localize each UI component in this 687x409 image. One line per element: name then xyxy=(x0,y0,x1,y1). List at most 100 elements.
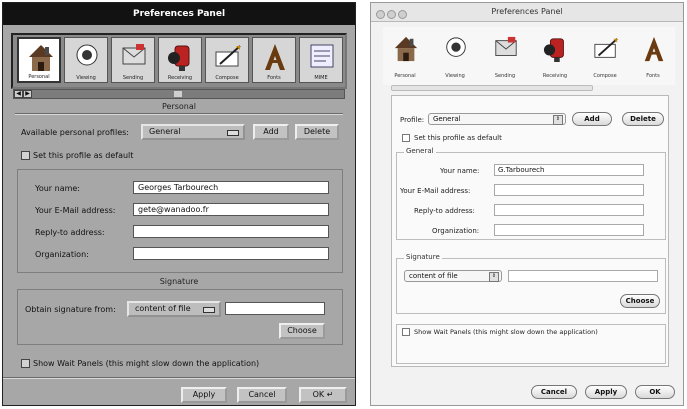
email-field[interactable]: gete@wanadoo.fr xyxy=(133,203,329,216)
eye-icon xyxy=(76,44,98,66)
choose-signature-button[interactable]: Choose xyxy=(620,294,660,308)
name-label: Your name: xyxy=(440,167,480,175)
name-field[interactable]: Georges Tarbourech xyxy=(133,181,329,194)
signature-path-field[interactable] xyxy=(225,302,325,315)
section-personal-heading: Personal xyxy=(161,102,196,111)
default-profile-label: Set this profile as default xyxy=(414,134,502,142)
minimize-window-button[interactable] xyxy=(387,10,396,19)
tab-compose[interactable]: Compose xyxy=(583,31,627,83)
organization-field[interactable] xyxy=(494,224,644,236)
tab-fonts[interactable]: Fonts xyxy=(252,37,296,83)
delete-profile-button[interactable]: Delete xyxy=(622,112,664,126)
house-icon xyxy=(394,36,418,62)
scroll-thumb[interactable] xyxy=(174,91,182,97)
name-field[interactable]: G.Tarbourech xyxy=(494,164,644,176)
tab-receiving[interactable]: Receiving xyxy=(533,31,577,83)
profile-select[interactable]: General ⇕ xyxy=(428,113,566,125)
stepper-arrows-icon: ⇕ xyxy=(553,115,563,125)
personal-panel: Profile: General ⇕ Add Delete Set this p… xyxy=(391,95,669,367)
tab-sending[interactable]: Sending xyxy=(111,37,155,83)
divider xyxy=(15,113,343,115)
tab-viewing[interactable]: Viewing xyxy=(433,31,477,83)
tab-personal[interactable]: Personal xyxy=(17,37,61,83)
email-field[interactable] xyxy=(494,184,644,196)
font-a-icon xyxy=(644,36,664,62)
reply-to-label: Reply-to address: xyxy=(414,207,475,215)
divider xyxy=(3,377,355,379)
default-profile-checkbox[interactable] xyxy=(402,134,410,142)
scroll-left-arrow-icon[interactable]: ◀ xyxy=(14,90,23,98)
house-icon xyxy=(29,45,53,71)
left-preferences-window: Preferences Panel Personal Viewing Sendi… xyxy=(2,2,356,406)
zoom-window-button[interactable] xyxy=(398,10,407,19)
signature-path-field[interactable] xyxy=(508,270,658,282)
ok-button[interactable]: OK xyxy=(635,385,675,399)
profiles-label: Available personal profiles: xyxy=(21,128,129,137)
tab-mime[interactable]: MIME xyxy=(299,37,343,83)
compose-icon xyxy=(594,38,618,58)
tab-personal[interactable]: Personal xyxy=(383,31,427,83)
outbox-icon xyxy=(495,36,517,56)
organization-field[interactable] xyxy=(133,247,329,260)
cancel-button[interactable]: Cancel xyxy=(237,387,287,403)
choose-signature-button[interactable]: Choose xyxy=(279,323,325,339)
tab-receiving[interactable]: Receiving xyxy=(158,37,202,83)
signature-group-heading: Signature xyxy=(404,253,442,261)
scroll-right-arrow-icon[interactable]: ▶ xyxy=(23,90,32,98)
tab-viewing[interactable]: Viewing xyxy=(64,37,108,83)
right-preferences-window: Preferences Panel Personal Viewing Sendi… xyxy=(370,2,684,406)
cancel-button[interactable]: Cancel xyxy=(531,385,577,399)
organization-label: Organization: xyxy=(432,227,480,235)
window-controls xyxy=(376,8,409,26)
return-key-icon: ↵ xyxy=(326,390,334,399)
mailbox-icon xyxy=(168,45,190,71)
font-a-icon xyxy=(265,44,285,70)
default-profile-checkbox[interactable] xyxy=(21,151,30,160)
default-profile-label: Set this profile as default xyxy=(33,151,134,160)
signature-source-select[interactable]: content of file xyxy=(127,301,221,317)
name-label: Your name: xyxy=(35,184,81,193)
wait-panels-checkbox[interactable] xyxy=(402,328,410,336)
apply-button[interactable]: Apply xyxy=(585,385,627,399)
icon-bar-scrollbar[interactable] xyxy=(391,85,593,91)
ok-label: OK xyxy=(312,390,325,399)
dropdown-icon xyxy=(203,307,215,313)
tab-fonts[interactable]: Fonts xyxy=(631,31,675,83)
add-profile-button[interactable]: Add xyxy=(572,112,612,126)
email-label: Your E-Mail address: xyxy=(35,206,116,215)
section-signature-heading: Signature xyxy=(159,277,199,286)
profile-select[interactable]: General xyxy=(141,124,245,140)
signature-source-value: content of file xyxy=(135,304,191,313)
close-window-button[interactable] xyxy=(376,10,385,19)
window-title: Preferences Panel xyxy=(491,7,563,16)
reply-to-field[interactable] xyxy=(133,225,329,238)
signature-source-select[interactable]: content of file ⇕ xyxy=(404,270,502,282)
organization-label: Organization: xyxy=(35,250,89,259)
profile-select-value: General xyxy=(149,127,181,136)
preferences-icon-bar: Personal Viewing Sending Receiving Compo… xyxy=(383,27,675,85)
icon-bar-scrollbar[interactable]: ◀ ▶ xyxy=(13,89,345,99)
apply-button[interactable]: Apply xyxy=(181,387,227,403)
tab-sending[interactable]: Sending xyxy=(483,31,527,83)
compose-icon xyxy=(215,45,241,67)
tab-compose[interactable]: Compose xyxy=(205,37,249,83)
wait-panels-label: Show Wait Panels (this might slow down t… xyxy=(414,328,598,336)
eye-icon xyxy=(446,37,466,57)
wait-panels-label: Show Wait Panels (this might slow down t… xyxy=(33,359,260,368)
preferences-icon-bar: Personal Viewing Sending Receiving Compo… xyxy=(11,33,347,89)
reply-to-field[interactable] xyxy=(494,204,644,216)
profile-label: Profile: xyxy=(400,116,425,124)
wait-panels-checkbox[interactable] xyxy=(21,359,30,368)
add-profile-button[interactable]: Add xyxy=(253,124,289,140)
signature-source-label: Obtain signature from: xyxy=(25,305,116,314)
window-title: Preferences Panel xyxy=(3,3,355,25)
stepper-arrows-icon: ⇕ xyxy=(489,272,499,282)
dropdown-icon xyxy=(227,130,239,136)
delete-profile-button[interactable]: Delete xyxy=(295,124,339,140)
email-label: Your E-Mail address: xyxy=(400,187,471,195)
ok-button[interactable]: OK ↵ xyxy=(299,387,347,403)
general-group-heading: General xyxy=(404,147,436,155)
window-title-bar: Preferences Panel xyxy=(371,3,683,22)
mime-icon xyxy=(310,44,334,68)
profile-select-value: General xyxy=(433,115,461,123)
